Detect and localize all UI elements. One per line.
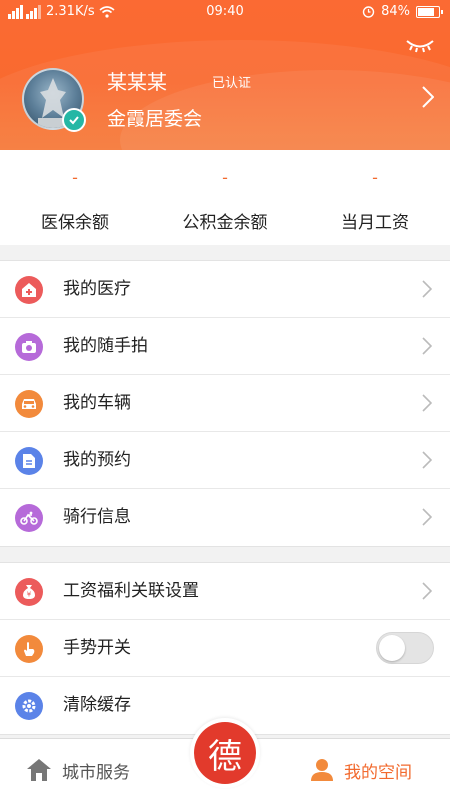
medical-icon [15, 276, 43, 304]
hand-icon [15, 635, 43, 663]
profile-header: 2.31K/s 09:40 84% 某某某 已认证 金霞居委会 [0, 0, 450, 150]
balance-value: - [72, 168, 78, 187]
gear-icon [15, 692, 43, 720]
gesture-toggle[interactable] [376, 632, 434, 664]
user-organization: 金霞居委会 [107, 108, 203, 130]
chevron-right-icon [422, 508, 432, 526]
menu-item-label: 骑行信息 [63, 507, 131, 527]
balance-label: 当月工资 [341, 213, 409, 233]
profile-chevron-right-icon[interactable] [422, 86, 434, 108]
center-de-button[interactable]: 德 [190, 718, 260, 788]
user-name: 某某某 [107, 70, 167, 94]
housing-fund-balance[interactable]: - 公积金余额 [150, 150, 300, 245]
menu-item-gesture-switch: 手势开关 [0, 620, 450, 677]
tab-my-space[interactable]: 我的空间 [310, 739, 412, 800]
medical-insurance-balance[interactable]: - 医保余额 [0, 150, 150, 245]
menu-item-snapshot[interactable]: 我的随手拍 [0, 318, 450, 375]
menu-group-services: 我的医疗 我的随手拍 我的车辆 我的预约 骑行信息 [0, 260, 450, 547]
bike-icon [15, 504, 43, 532]
battery-percent: 84% [381, 4, 410, 19]
svg-text:¥: ¥ [27, 591, 32, 599]
menu-item-vehicles[interactable]: 我的车辆 [0, 375, 450, 432]
car-icon [15, 390, 43, 418]
user-icon [311, 759, 333, 781]
verified-label: 已认证 [212, 76, 252, 91]
menu-item-medical[interactable]: 我的医疗 [0, 261, 450, 318]
chevron-right-icon [422, 394, 432, 412]
battery-icon [416, 5, 443, 18]
money-bag-icon: ¥ [15, 578, 43, 606]
avatar[interactable] [22, 68, 86, 132]
balance-label: 医保余额 [41, 213, 109, 233]
chevron-right-icon [422, 280, 432, 298]
balance-label: 公积金余额 [182, 213, 268, 233]
tab-label: 我的空间 [344, 762, 412, 783]
toggle-knob [379, 635, 405, 661]
menu-item-label: 手势开关 [63, 638, 131, 658]
balance-value: - [222, 168, 228, 187]
balance-value: - [372, 168, 378, 187]
menu-item-label: 清除缓存 [63, 695, 131, 715]
home-icon [27, 759, 51, 781]
alarm-icon [362, 6, 375, 18]
menu-item-label: 我的医疗 [63, 279, 131, 299]
menu-item-salary-link-settings[interactable]: ¥ 工资福利关联设置 [0, 563, 450, 620]
verified-shield-icon [62, 108, 86, 132]
chevron-right-icon [422, 337, 432, 355]
camera-icon [15, 333, 43, 361]
menu-item-label: 我的车辆 [63, 393, 131, 413]
menu-item-label: 工资福利关联设置 [63, 581, 199, 601]
monthly-salary[interactable]: - 当月工资 [300, 150, 450, 245]
hide-eye-icon[interactable] [404, 36, 436, 54]
status-bar: 2.31K/s 09:40 84% [0, 0, 450, 26]
menu-item-cycling[interactable]: 骑行信息 [0, 489, 450, 546]
tab-city-service[interactable]: 城市服务 [26, 739, 130, 800]
menu-item-appointments[interactable]: 我的预约 [0, 432, 450, 489]
menu-item-label: 我的随手拍 [63, 336, 148, 356]
chevron-right-icon [422, 582, 432, 600]
menu-item-label: 我的预约 [63, 450, 131, 470]
de-logo-icon: 德 [194, 722, 256, 784]
balance-summary: - 医保余额 - 公积金余额 - 当月工资 [0, 150, 450, 245]
menu-group-settings: ¥ 工资福利关联设置 手势开关 清除缓存 [0, 562, 450, 735]
chevron-right-icon [422, 451, 432, 469]
document-icon [15, 447, 43, 475]
tab-label: 城市服务 [62, 762, 130, 783]
